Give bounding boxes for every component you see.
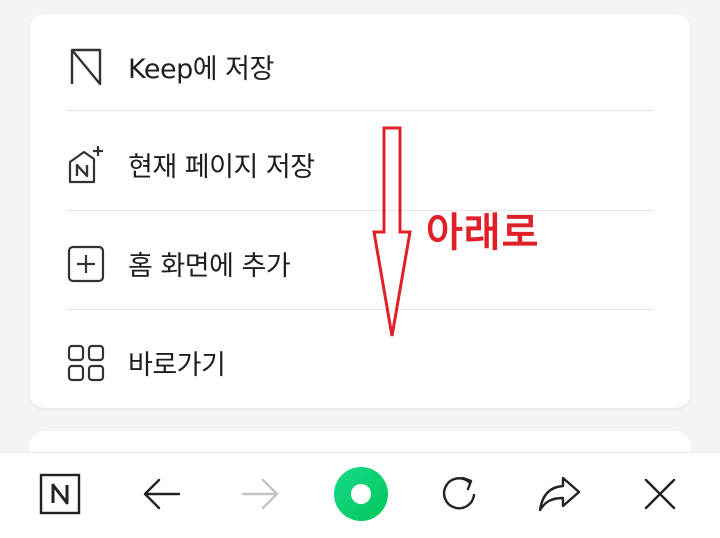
- forward-arrow-icon: [241, 477, 281, 515]
- divider: [66, 110, 654, 111]
- grid-icon: [66, 343, 106, 383]
- plus-square-icon: [66, 244, 106, 284]
- naver-house-plus-icon: [66, 145, 106, 185]
- down-arrow-annotation: [372, 126, 412, 337]
- forward-button[interactable]: [221, 453, 301, 538]
- annotation-text: 아래로: [426, 210, 540, 256]
- naver-home-button[interactable]: [20, 453, 100, 538]
- menu-item-label: 바로가기: [128, 350, 226, 381]
- menu-item-label: 현재 페이지 저장: [128, 152, 315, 183]
- divider: [66, 309, 654, 310]
- menu-item-label: 홈 화면에 추가: [128, 251, 291, 282]
- close-icon: [643, 477, 677, 515]
- green-ring-home-icon: [333, 466, 389, 526]
- share-arrow-icon: [537, 474, 583, 518]
- green-dot-button[interactable]: [321, 453, 401, 538]
- menu-item-label: Keep에 저장: [128, 54, 274, 85]
- back-arrow-icon: [141, 477, 181, 515]
- refresh-icon: [439, 473, 481, 519]
- menu-item-save-page[interactable]: 현재 페이지 저장: [66, 115, 654, 214]
- menu-card: Keep에 저장 현재 페이지 저장 홈 화면에 추가 바로가기: [30, 14, 690, 408]
- menu-item-add-home[interactable]: 홈 화면에 추가: [66, 214, 654, 313]
- close-button[interactable]: [620, 453, 700, 538]
- share-button[interactable]: [520, 453, 600, 538]
- back-button[interactable]: [121, 453, 201, 538]
- naver-n-icon: [39, 473, 81, 519]
- menu-item-shortcuts[interactable]: 바로가기: [66, 313, 654, 412]
- divider: [66, 210, 654, 211]
- bookmark-icon: [66, 47, 106, 87]
- menu-item-keep-save[interactable]: Keep에 저장: [66, 17, 654, 116]
- bottom-toolbar: [0, 452, 720, 538]
- refresh-button[interactable]: [420, 453, 500, 538]
